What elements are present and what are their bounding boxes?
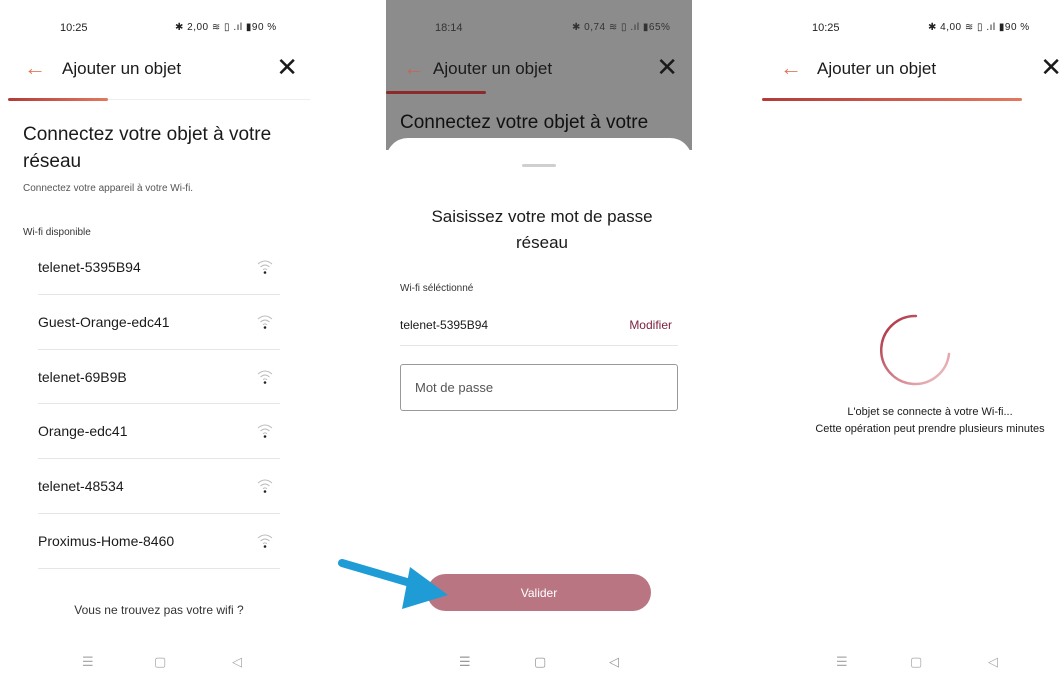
wifi-network-name: telenet-48534 bbox=[38, 478, 124, 495]
status-icons: ✱ 4,00 ≋ ▯ .ıl ▮90 % bbox=[928, 22, 1030, 33]
sheet-drag-handle[interactable] bbox=[522, 164, 556, 167]
section-label: Wi-fi disponible bbox=[23, 227, 91, 238]
recent-apps-icon[interactable]: ☰ bbox=[82, 654, 94, 670]
wifi-not-found-link[interactable]: Vous ne trouvez pas votre wifi ? bbox=[0, 603, 318, 617]
back-arrow-icon: ← bbox=[403, 55, 425, 80]
system-back-icon[interactable]: ◁ bbox=[609, 654, 619, 670]
system-nav-bar: ☰ ▢ ◁ bbox=[0, 654, 318, 674]
app-header: ← Ajouter un objet ✕ bbox=[386, 52, 692, 88]
system-back-icon[interactable]: ◁ bbox=[988, 654, 998, 670]
wifi-network-item[interactable]: telenet-48534 bbox=[38, 459, 280, 514]
modify-wifi-link[interactable]: Modifier bbox=[629, 318, 672, 332]
progress-bar bbox=[762, 98, 1022, 101]
status-time: 10:25 bbox=[60, 22, 88, 34]
back-arrow-icon[interactable]: ← bbox=[24, 56, 46, 80]
divider bbox=[400, 345, 678, 346]
status-bar: 18:14 ✱ 0,74 ≋ ▯ .ıl ▮65% bbox=[386, 22, 692, 38]
wifi-signal-icon bbox=[257, 370, 273, 384]
app-header: ← Ajouter un objet ✕ bbox=[760, 52, 1064, 88]
recent-apps-icon[interactable]: ☰ bbox=[459, 654, 471, 670]
screen-wifi-list: 10:25 ✱ 2,00 ≋ ▯ .ıl ▮90 % ← Ajouter un … bbox=[0, 0, 318, 677]
page-title: Connectez votre objet à votre bbox=[400, 112, 649, 133]
wifi-network-item[interactable]: Proximus-Home-8460 bbox=[38, 514, 280, 569]
wifi-network-item[interactable]: Guest-Orange-edc41 bbox=[38, 295, 280, 350]
status-time: 10:25 bbox=[812, 22, 840, 34]
connecting-message-line2: Cette opération peut prendre plusieurs m… bbox=[815, 423, 1045, 435]
system-nav-bar: ☰ ▢ ◁ bbox=[386, 654, 692, 677]
page-title: Connectez votre objet à votre réseau bbox=[23, 124, 272, 172]
selected-wifi-name: telenet-5395B94 bbox=[400, 318, 489, 332]
recent-apps-icon[interactable]: ☰ bbox=[836, 654, 848, 670]
wifi-list: telenet-5395B94 Guest-Orange-edc41 telen… bbox=[38, 240, 280, 569]
wifi-signal-icon bbox=[257, 260, 273, 274]
wifi-network-item[interactable]: Orange-edc41 bbox=[38, 404, 280, 460]
wifi-network-name: Guest-Orange-edc41 bbox=[38, 313, 170, 330]
status-bar: 10:25 ✱ 2,00 ≋ ▯ .ıl ▮90 % bbox=[0, 22, 318, 38]
close-icon: ✕ bbox=[656, 52, 678, 82]
wifi-signal-icon bbox=[257, 315, 273, 329]
system-back-icon[interactable]: ◁ bbox=[232, 654, 242, 670]
progress-bar bbox=[8, 98, 108, 101]
close-icon[interactable]: ✕ bbox=[276, 53, 298, 81]
progress-bar bbox=[386, 91, 486, 94]
wifi-signal-icon bbox=[257, 424, 273, 439]
password-input[interactable] bbox=[400, 364, 678, 411]
header-title: Ajouter un objet bbox=[433, 59, 553, 78]
wifi-signal-icon bbox=[257, 479, 273, 493]
page-subtitle: Connectez votre appareil à votre Wi-fi. bbox=[23, 183, 194, 194]
selected-wifi-label: Wi-fi séléctionné bbox=[400, 283, 474, 294]
connecting-message-line1: L'objet se connecte à votre Wi-fi... bbox=[847, 406, 1013, 418]
wifi-network-name: Orange-edc41 bbox=[38, 423, 128, 440]
wifi-network-name: telenet-69B9B bbox=[38, 368, 127, 385]
status-icons: ✱ 0,74 ≋ ▯ .ıl ▮65% bbox=[572, 22, 671, 33]
close-icon[interactable]: ✕ bbox=[1040, 53, 1062, 81]
annotation-arrow-icon bbox=[338, 559, 448, 609]
wifi-network-item[interactable]: telenet-5395B94 bbox=[38, 240, 280, 295]
home-icon[interactable]: ▢ bbox=[154, 654, 166, 670]
wifi-network-item[interactable]: telenet-69B9B bbox=[38, 350, 280, 405]
status-icons: ✱ 2,00 ≋ ▯ .ıl ▮90 % bbox=[175, 22, 277, 33]
back-arrow-icon[interactable]: ← bbox=[780, 56, 802, 80]
status-bar: 10:25 ✱ 4,00 ≋ ▯ .ıl ▮90 % bbox=[760, 22, 1064, 38]
wifi-network-name: Proximus-Home-8460 bbox=[38, 532, 175, 549]
sheet-title: Saisissez votre mot de passe réseau bbox=[431, 207, 653, 252]
home-icon[interactable]: ▢ bbox=[534, 654, 546, 670]
header-title: Ajouter un objet bbox=[817, 59, 937, 78]
home-icon[interactable]: ▢ bbox=[910, 654, 922, 670]
wifi-signal-icon bbox=[257, 534, 273, 548]
app-header: ← Ajouter un objet ✕ bbox=[0, 52, 318, 88]
screen-connecting: 10:25 ✱ 4,00 ≋ ▯ .ıl ▮90 % ← Ajouter un … bbox=[760, 0, 1064, 677]
status-time: 18:14 bbox=[435, 22, 463, 34]
wifi-network-name: telenet-5395B94 bbox=[38, 259, 141, 275]
header-title: Ajouter un objet bbox=[62, 59, 182, 78]
connecting-message: L'objet se connecte à votre Wi-fi... Cet… bbox=[780, 404, 1064, 438]
submit-button[interactable]: Valider bbox=[427, 574, 651, 611]
system-nav-bar: ☰ ▢ ◁ bbox=[760, 654, 1064, 674]
loading-spinner-icon bbox=[880, 314, 951, 386]
